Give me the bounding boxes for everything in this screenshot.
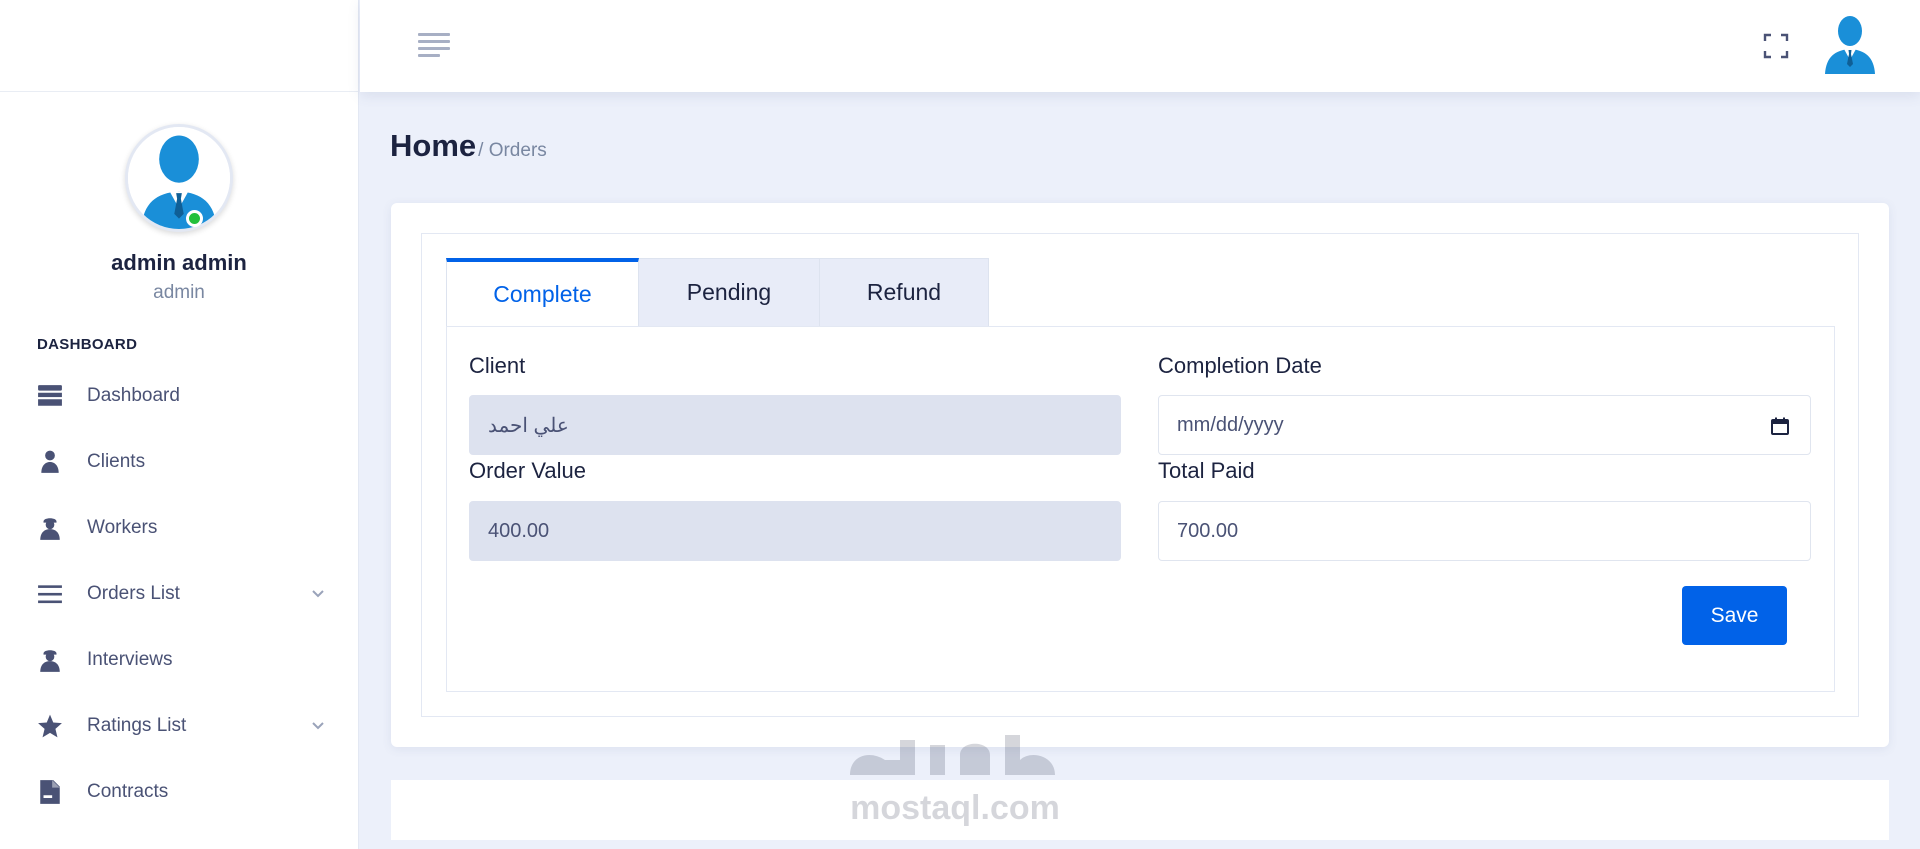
completion-date-placeholder: mm/dd/yyyy [1177,413,1284,436]
chevron-down-icon[interactable] [310,585,326,601]
save-button[interactable]: Save [1682,586,1787,645]
sidebar-section-label: DASHBOARD [37,336,138,353]
top-header [360,0,1920,92]
hamburger-icon[interactable] [418,33,450,57]
tab-complete[interactable]: Complete [446,258,639,327]
sidebar-item-ratings-list[interactable]: Ratings List [0,693,358,759]
completion-date-field[interactable]: mm/dd/yyyy [1158,395,1811,455]
tab-pending[interactable]: Pending [639,258,820,327]
avatar[interactable] [125,124,233,232]
sidebar-item-label: Ratings List [87,715,187,736]
sidebar-item-label: Dashboard [87,385,180,406]
order-value-text: 400.00 [488,519,550,542]
profile-name: admin admin [111,250,247,275]
completion-date-label: Completion Date [1158,353,1322,378]
tab-refund[interactable]: Refund [820,258,989,327]
total-paid-field[interactable]: 700.00 [1158,501,1811,561]
order-value-label: Order Value [469,458,586,483]
profile-role: admin [153,282,205,303]
order-status-tabs: Complete Pending Refund [446,258,989,327]
star-icon [36,712,64,740]
complete-tab-panel: Client علي احمد Completion Date mm/dd/yy… [446,326,1835,692]
client-field[interactable]: علي احمد [469,395,1121,455]
client-label: Client [469,353,526,378]
sidebar-item-workers[interactable]: Workers [0,495,358,561]
user-avatar-icon [128,127,230,229]
sidebar-nav: Dashboard Clients Workers Orders List In… [0,363,358,825]
profile-panel: admin admin admin [0,92,358,304]
sidebar-item-label: Contracts [87,781,169,802]
document-icon [36,778,64,806]
sidebar-logo-area [0,0,358,92]
breadcrumb-home[interactable]: Home [390,128,476,164]
sidebar-item-label: Clients [87,451,146,472]
secondary-card [391,780,1889,840]
sidebar-item-interviews[interactable]: Interviews [0,627,358,693]
total-paid-text: 700.00 [1177,519,1239,542]
sidebar-item-label: Orders List [87,583,180,604]
sidebar-item-label: Interviews [87,649,173,670]
orders-card: Complete Pending Refund Client علي احمد … [391,203,1889,747]
order-value-field[interactable]: 400.00 [469,501,1121,561]
calendar-icon[interactable] [1770,416,1790,436]
breadcrumb-current: / Orders [478,140,547,161]
total-paid-label: Total Paid [1158,458,1255,483]
chevron-down-icon[interactable] [310,717,326,733]
sidebar-item-clients[interactable]: Clients [0,429,358,495]
user-icon [36,448,64,476]
sidebar: admin admin admin DASHBOARD Dashboard Cl… [0,0,359,849]
sidebar-item-orders-list[interactable]: Orders List [0,561,358,627]
client-value: علي احمد [488,414,569,437]
fullscreen-icon[interactable] [1762,32,1790,60]
online-status-dot [186,210,203,227]
worker-icon [36,514,64,542]
worker-icon [36,646,64,674]
sidebar-item-contracts[interactable]: Contracts [0,759,358,825]
breadcrumb: Home / Orders [390,128,547,164]
user-avatar-icon [1825,16,1875,74]
header-avatar[interactable] [1822,14,1878,74]
sidebar-item-dashboard[interactable]: Dashboard [0,363,358,429]
sidebar-item-label: Workers [87,517,158,538]
card-inner-frame: Complete Pending Refund Client علي احمد … [421,233,1859,717]
list-icon [36,580,64,608]
dashboard-icon [36,382,64,410]
